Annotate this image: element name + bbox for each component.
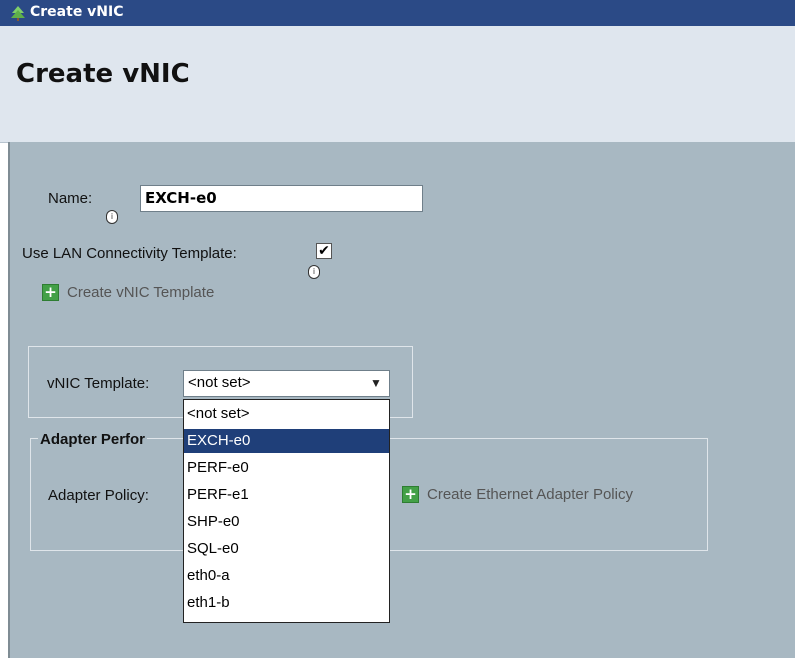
use-template-label: Use LAN Connectivity Template: xyxy=(22,245,237,262)
create-adapter-policy-link[interactable]: Create Ethernet Adapter Policy xyxy=(427,486,633,503)
vnic-template-dropdown-list: <not set> EXCH-e0 PERF-e0 PERF-e1 SHP-e0… xyxy=(183,399,390,623)
window-titlebar: Create vNIC xyxy=(0,0,795,26)
dropdown-option[interactable]: eth1-b xyxy=(184,591,389,615)
vnic-template-label: vNIC Template: xyxy=(47,375,150,392)
dialog-header: Create vNIC xyxy=(0,26,795,143)
ucs-tree-icon xyxy=(11,6,25,21)
info-icon[interactable]: i xyxy=(106,210,118,224)
dropdown-option[interactable]: SQL-e0 xyxy=(184,537,389,561)
dropdown-option[interactable]: eth0-a xyxy=(184,564,389,588)
vnic-template-value: <not set> xyxy=(188,374,251,391)
page-title: Create vNIC xyxy=(16,59,190,89)
window-title: Create vNIC xyxy=(30,4,124,20)
adapter-policy-label: Adapter Policy: xyxy=(48,487,149,504)
use-template-checkbox[interactable]: ✔ xyxy=(316,243,332,259)
create-vnic-template-link[interactable]: Create vNIC Template xyxy=(67,284,214,301)
dropdown-option[interactable]: SHP-e0 xyxy=(184,510,389,534)
adapter-section-legend: Adapter Perfor xyxy=(38,431,148,448)
name-label: Name: xyxy=(48,190,93,207)
dropdown-option[interactable]: PERF-e0 xyxy=(184,456,389,480)
dropdown-option[interactable]: PERF-e1 xyxy=(184,483,389,507)
plus-icon[interactable]: + xyxy=(42,284,59,301)
dropdown-option[interactable]: <not set> xyxy=(184,402,389,426)
plus-icon[interactable]: + xyxy=(402,486,419,503)
chevron-down-icon[interactable]: ▼ xyxy=(363,371,389,396)
vnic-template-select[interactable]: <not set> ▼ xyxy=(183,370,390,397)
info-icon[interactable]: i xyxy=(308,265,320,279)
dropdown-option-selected[interactable]: EXCH-e0 xyxy=(184,429,389,453)
name-field[interactable]: EXCH-e0 xyxy=(140,185,423,212)
